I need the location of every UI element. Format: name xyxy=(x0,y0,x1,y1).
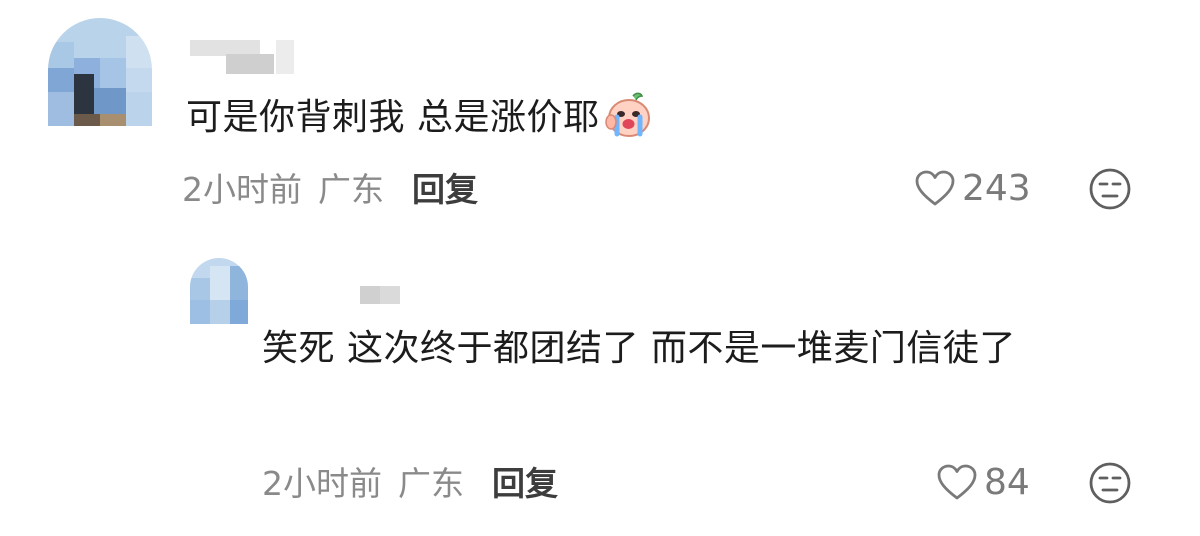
crying-face-sticker-icon xyxy=(603,90,653,140)
location: 广东 xyxy=(318,170,384,209)
timestamp: 2小时前 xyxy=(182,170,302,209)
like-count: 243 xyxy=(962,167,1031,209)
heart-outline-icon xyxy=(915,170,955,206)
avatar[interactable] xyxy=(48,18,152,126)
comment-text: 笑死 这次终于都团结了 而不是一堆麦门信徒了 xyxy=(262,328,1016,369)
dislike-button[interactable] xyxy=(1088,167,1132,211)
comment-text-content: 可是你背刺我 总是涨价耶 xyxy=(186,97,600,138)
location: 广东 xyxy=(398,464,464,503)
unamused-face-icon xyxy=(1089,168,1131,210)
unamused-face-icon xyxy=(1089,462,1131,504)
heart-outline-icon xyxy=(937,464,977,500)
username-blurred[interactable] xyxy=(360,286,400,304)
like-button[interactable]: 84 xyxy=(936,460,1030,504)
avatar[interactable] xyxy=(190,258,248,324)
like-count: 84 xyxy=(984,461,1030,503)
reply-button[interactable]: 回复 xyxy=(492,457,558,505)
comment-meta: 2小时前 广东 回复 xyxy=(182,165,478,209)
username-blurred[interactable] xyxy=(190,40,305,76)
comment-text: 可是你背刺我 总是涨价耶 xyxy=(186,91,906,145)
like-button[interactable]: 243 xyxy=(914,166,1031,210)
comment-meta: 2小时前 广东 回复 xyxy=(262,459,558,503)
dislike-button[interactable] xyxy=(1088,461,1132,505)
reply-button[interactable]: 回复 xyxy=(412,163,478,211)
timestamp: 2小时前 xyxy=(262,464,382,503)
